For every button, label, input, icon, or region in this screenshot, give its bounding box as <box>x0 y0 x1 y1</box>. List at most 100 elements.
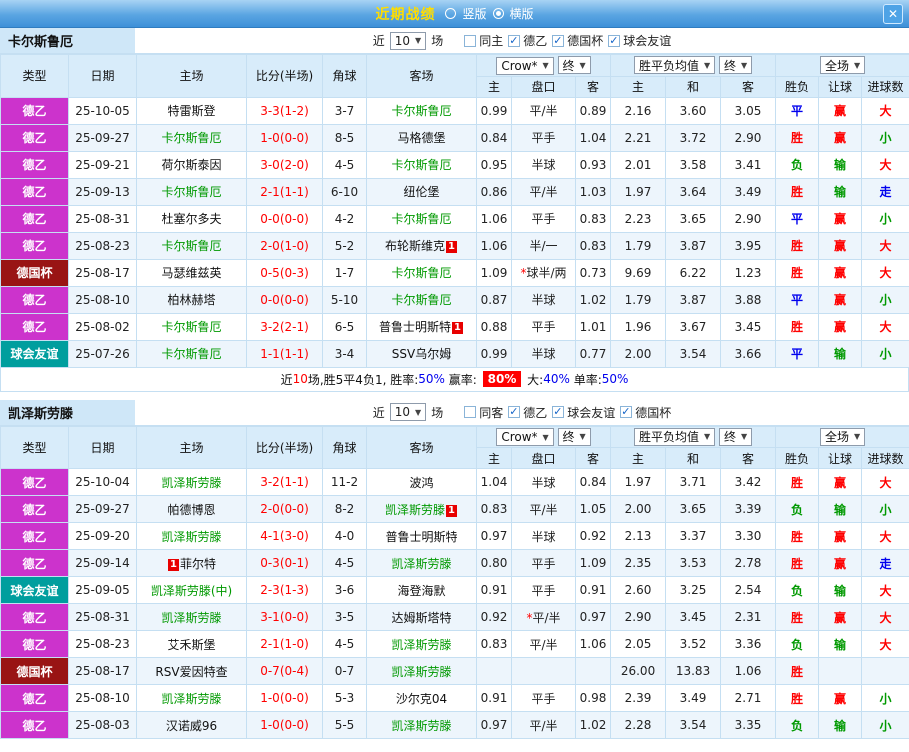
asian-home-odds: 1.09 <box>476 258 512 287</box>
corners: 1-7 <box>322 258 367 287</box>
team-name[interactable]: 柏林赫塔 <box>167 293 215 307</box>
filter-cup[interactable]: 德国杯 <box>620 404 671 421</box>
team-name[interactable]: 卡尔斯鲁厄 <box>391 212 451 226</box>
odds-company-select[interactable]: Crow* ▼ <box>496 56 554 75</box>
filter-label[interactable]: 德国杯 <box>567 32 603 49</box>
chevron-down-icon: ▼ <box>853 432 861 442</box>
team-name[interactable]: 纽伦堡 <box>403 185 439 199</box>
team-name[interactable]: 卡尔斯鲁厄 <box>391 158 451 172</box>
checkbox-icon[interactable] <box>552 34 565 47</box>
checkbox-icon[interactable] <box>508 405 521 418</box>
goals-result: 大 <box>861 603 909 631</box>
team-name[interactable]: 杜塞尔多夫 <box>161 212 221 226</box>
team-name[interactable]: 凯泽斯劳滕 <box>391 638 451 652</box>
team-name[interactable]: 凯泽斯劳滕 <box>391 557 451 571</box>
team-name[interactable]: 卡尔斯鲁厄 <box>161 347 221 361</box>
team-name[interactable]: 布轮斯维克 <box>385 239 445 253</box>
col-away: 客场 <box>366 54 477 98</box>
euro-mean-select[interactable]: 胜平负均值 ▼ <box>633 427 716 446</box>
euro-mean-select[interactable]: 胜平负均值 ▼ <box>633 56 716 75</box>
match-count-select[interactable]: 10 ▼ <box>389 403 427 421</box>
team-name[interactable]: 特雷斯登 <box>167 104 215 118</box>
team-name[interactable]: 凯泽斯劳滕 <box>161 530 221 544</box>
filter-league2[interactable]: 德乙 <box>508 404 547 421</box>
odds-company-select[interactable]: Crow* ▼ <box>496 428 554 446</box>
team-name[interactable]: RSV爱因特查 <box>155 665 227 679</box>
layout-radio-label[interactable]: 竖版 <box>462 5 486 22</box>
close-button[interactable]: ✕ <box>883 4 903 24</box>
euro-home-odds: 2.01 <box>610 150 667 179</box>
away-team-cell: 凯泽斯劳滕 <box>366 630 477 658</box>
filter-label[interactable]: 德乙 <box>523 404 547 421</box>
team-name[interactable]: 海登海默 <box>397 584 445 598</box>
team-name[interactable]: 卡尔斯鲁厄 <box>161 239 221 253</box>
checkbox-icon[interactable] <box>464 406 477 418</box>
filter-league2[interactable]: 德乙 <box>508 32 547 49</box>
team-name[interactable]: 达姆斯塔特 <box>391 611 451 625</box>
filter-friendly[interactable]: 球会友谊 <box>608 32 671 49</box>
team-name[interactable]: 马格德堡 <box>397 131 445 145</box>
match-type-badge: 德乙 <box>0 630 69 658</box>
layout-radio-label[interactable]: 横版 <box>510 5 534 22</box>
asian-away-odds: 0.91 <box>574 576 612 604</box>
checkbox-icon[interactable] <box>508 34 521 47</box>
filter-same-home[interactable]: 同主 <box>464 32 503 49</box>
team-name[interactable]: 普鲁士明斯特 <box>379 320 451 334</box>
team-name[interactable]: 菲尔特 <box>180 557 216 571</box>
euro-time-select[interactable]: 终 ▼ <box>718 427 753 446</box>
layout-radio[interactable] <box>492 8 504 19</box>
team-name[interactable]: 凯泽斯劳滕 <box>161 611 221 625</box>
filter-label[interactable]: 球会友谊 <box>567 404 615 421</box>
score: 4-1(3-0) <box>246 522 323 550</box>
team-name[interactable]: 凯泽斯劳滕 <box>391 719 451 733</box>
team-name[interactable]: 凯泽斯劳滕 <box>391 665 451 679</box>
odds-time-select[interactable]: 终 ▼ <box>557 427 591 446</box>
filter-label[interactable]: 德国杯 <box>635 404 671 421</box>
win-loss-result: 负 <box>775 711 820 739</box>
team-name[interactable]: 卡尔斯鲁厄 <box>161 320 221 334</box>
filter-label[interactable]: 同主 <box>479 32 503 49</box>
team-name[interactable]: 卡尔斯鲁厄 <box>391 293 451 307</box>
checkbox-icon[interactable] <box>552 405 565 418</box>
team-name[interactable]: SSV乌尔姆 <box>392 347 451 361</box>
layout-radio[interactable] <box>445 8 457 19</box>
team-name[interactable]: 汉诺威96 <box>166 719 217 733</box>
team-name[interactable]: 卡尔斯鲁厄 <box>391 104 451 118</box>
checkbox-icon[interactable] <box>608 34 621 47</box>
team-name[interactable]: 凯泽斯劳滕 <box>385 503 445 517</box>
team-name[interactable]: 卡尔斯鲁厄 <box>161 185 221 199</box>
team-name[interactable]: 沙尔克04 <box>396 692 447 706</box>
filter-label[interactable]: 德乙 <box>523 32 547 49</box>
team-name[interactable]: 凯泽斯劳滕 <box>161 692 221 706</box>
team-name[interactable]: 卡尔斯鲁厄 <box>161 131 221 145</box>
filter-same-away[interactable]: 同客 <box>464 404 503 421</box>
team-name[interactable]: 马瑟维兹英 <box>161 266 221 280</box>
checkbox-icon[interactable] <box>464 34 477 47</box>
euro-time-select[interactable]: 终 ▼ <box>718 56 753 75</box>
match-count-select[interactable]: 10 ▼ <box>389 31 427 50</box>
full-match-select[interactable]: 全场 ▼ <box>819 56 866 75</box>
filter-cup[interactable]: 德国杯 <box>552 32 603 49</box>
team-name[interactable]: 凯泽斯劳滕 <box>161 476 221 490</box>
corners: 6-10 <box>322 177 367 206</box>
odds-time-select[interactable]: 终 ▼ <box>557 56 591 74</box>
team-name[interactable]: 波鸿 <box>409 476 433 490</box>
team-name[interactable]: 卡尔斯鲁厄 <box>391 266 451 280</box>
euro-home-odds: 1.97 <box>610 468 667 496</box>
team-name[interactable]: 荷尔斯泰因 <box>161 158 221 172</box>
euro-time-value: 终 <box>723 430 736 445</box>
checkbox-icon[interactable] <box>620 405 633 418</box>
team-name[interactable]: 帕德博恩 <box>167 503 215 517</box>
filter-label[interactable]: 球会友谊 <box>623 32 671 49</box>
filter-friendly[interactable]: 球会友谊 <box>552 404 615 421</box>
full-match-select[interactable]: 全场 ▼ <box>819 427 866 446</box>
match-type-badge: 德国杯 <box>0 657 69 685</box>
euro-away-odds: 3.45 <box>720 312 777 341</box>
team-title: 卡尔斯鲁厄 <box>0 28 135 53</box>
matches-label: 场 <box>431 405 444 420</box>
team-name[interactable]: 凯泽斯劳滕(中) <box>151 584 232 598</box>
handicap-result: 输 <box>818 576 863 604</box>
team-name[interactable]: 艾禾斯堡 <box>167 638 215 652</box>
team-name[interactable]: 普鲁士明斯特 <box>385 530 457 544</box>
filter-label[interactable]: 同客 <box>479 404 503 421</box>
